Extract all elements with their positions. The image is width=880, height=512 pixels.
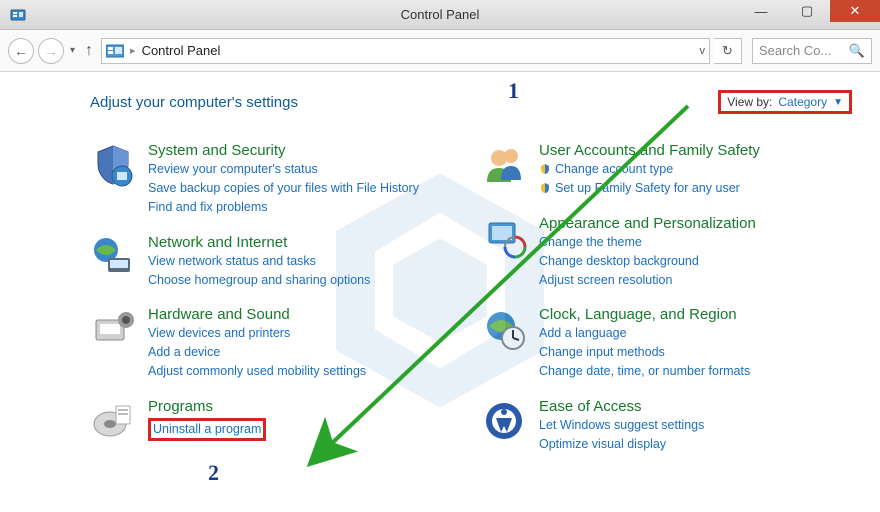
content-area: Adjust your computer's settings View by:… bbox=[0, 72, 880, 512]
task-link[interactable]: Change desktop background bbox=[539, 253, 756, 270]
task-link[interactable]: Change input methods bbox=[539, 344, 750, 361]
breadcrumb-chevron-icon[interactable]: ▸ bbox=[130, 44, 136, 57]
category-title[interactable]: System and Security bbox=[148, 142, 419, 159]
uac-shield-icon bbox=[539, 182, 551, 194]
category-user-accounts: User Accounts and Family Safety Change a… bbox=[481, 142, 852, 197]
search-icon: 🔍 bbox=[849, 43, 865, 59]
close-button[interactable]: ✕ bbox=[830, 0, 880, 22]
task-link[interactable]: Set up Family Safety for any user bbox=[539, 180, 760, 197]
task-link[interactable]: Adjust commonly used mobility settings bbox=[148, 363, 366, 380]
clock-language-icon bbox=[481, 306, 527, 352]
right-column: User Accounts and Family Safety Change a… bbox=[481, 142, 852, 453]
forward-button[interactable]: → bbox=[38, 38, 64, 64]
appearance-icon bbox=[481, 215, 527, 261]
task-link[interactable]: Add a language bbox=[539, 325, 750, 342]
control-panel-address-icon bbox=[106, 44, 124, 58]
annotation-number-2: 2 bbox=[208, 460, 219, 486]
task-link[interactable]: View devices and printers bbox=[148, 325, 366, 342]
task-link[interactable]: Change date, time, or number formats bbox=[539, 363, 750, 380]
programs-icon bbox=[90, 398, 136, 444]
window-buttons: — ▢ ✕ bbox=[738, 0, 880, 22]
category-title[interactable]: User Accounts and Family Safety bbox=[539, 142, 760, 159]
category-system-security: System and Security Review your computer… bbox=[90, 142, 461, 216]
breadcrumb-control-panel[interactable]: Control Panel bbox=[142, 43, 221, 58]
task-link[interactable]: Optimize visual display bbox=[539, 436, 704, 453]
category-title[interactable]: Programs bbox=[148, 398, 266, 415]
chevron-down-icon: ▼ bbox=[833, 97, 843, 108]
task-link[interactable]: Add a device bbox=[148, 344, 366, 361]
user-accounts-icon bbox=[481, 142, 527, 188]
view-by-label: View by: bbox=[727, 95, 772, 109]
category-clock-language-region: Clock, Language, and Region Add a langua… bbox=[481, 306, 852, 380]
explorer-navbar: ← → ▾ ↑ ▸ Control Panel v ↻ Search Co...… bbox=[0, 30, 880, 72]
annotation-number-1: 1 bbox=[508, 78, 519, 104]
history-dropdown-icon[interactable]: ▾ bbox=[70, 45, 75, 56]
uninstall-program-highlight: Uninstall a program bbox=[148, 418, 266, 441]
category-network-internet: Network and Internet View network status… bbox=[90, 234, 461, 289]
minimize-button[interactable]: — bbox=[738, 0, 784, 22]
view-by-value: Category bbox=[778, 95, 827, 109]
page-heading: Adjust your computer's settings bbox=[90, 94, 298, 111]
left-column: System and Security Review your computer… bbox=[90, 142, 461, 453]
category-programs: Programs Uninstall a program bbox=[90, 398, 461, 444]
category-appearance: Appearance and Personalization Change th… bbox=[481, 215, 852, 289]
category-title[interactable]: Clock, Language, and Region bbox=[539, 306, 750, 323]
task-link[interactable]: View network status and tasks bbox=[148, 253, 370, 270]
hardware-sound-icon bbox=[90, 306, 136, 352]
task-link[interactable]: Adjust screen resolution bbox=[539, 272, 756, 289]
address-dropdown-icon[interactable]: v bbox=[700, 45, 706, 57]
task-link[interactable]: Change account type bbox=[539, 161, 760, 178]
category-hardware-sound: Hardware and Sound View devices and prin… bbox=[90, 306, 461, 380]
task-link[interactable]: Choose homegroup and sharing options bbox=[148, 272, 370, 289]
category-title[interactable]: Hardware and Sound bbox=[148, 306, 366, 323]
network-internet-icon bbox=[90, 234, 136, 280]
category-title[interactable]: Ease of Access bbox=[539, 398, 704, 415]
titlebar: Control Panel — ▢ ✕ bbox=[0, 0, 880, 30]
category-title[interactable]: Appearance and Personalization bbox=[539, 215, 756, 232]
search-input[interactable]: Search Co... 🔍 bbox=[752, 38, 872, 64]
task-link[interactable]: Change the theme bbox=[539, 234, 756, 251]
task-link[interactable]: Find and fix problems bbox=[148, 199, 419, 216]
search-placeholder: Search Co... bbox=[759, 43, 831, 58]
maximize-button[interactable]: ▢ bbox=[784, 0, 830, 22]
up-button[interactable]: ↑ bbox=[85, 42, 93, 60]
view-by-selector[interactable]: View by: Category ▼ bbox=[718, 90, 852, 114]
address-bar[interactable]: ▸ Control Panel v bbox=[101, 38, 710, 64]
system-security-icon bbox=[90, 142, 136, 188]
refresh-button[interactable]: ↻ bbox=[714, 38, 742, 64]
task-link[interactable]: Let Windows suggest settings bbox=[539, 417, 704, 434]
task-link-uninstall-program[interactable]: Uninstall a program bbox=[153, 422, 261, 436]
back-button[interactable]: ← bbox=[8, 38, 34, 64]
uac-shield-icon bbox=[539, 163, 551, 175]
task-link[interactable]: Review your computer's status bbox=[148, 161, 419, 178]
category-ease-of-access: Ease of Access Let Windows suggest setti… bbox=[481, 398, 852, 453]
control-panel-titlebar-icon bbox=[10, 7, 26, 23]
category-title[interactable]: Network and Internet bbox=[148, 234, 370, 251]
task-link[interactable]: Save backup copies of your files with Fi… bbox=[148, 180, 419, 197]
ease-of-access-icon bbox=[481, 398, 527, 444]
